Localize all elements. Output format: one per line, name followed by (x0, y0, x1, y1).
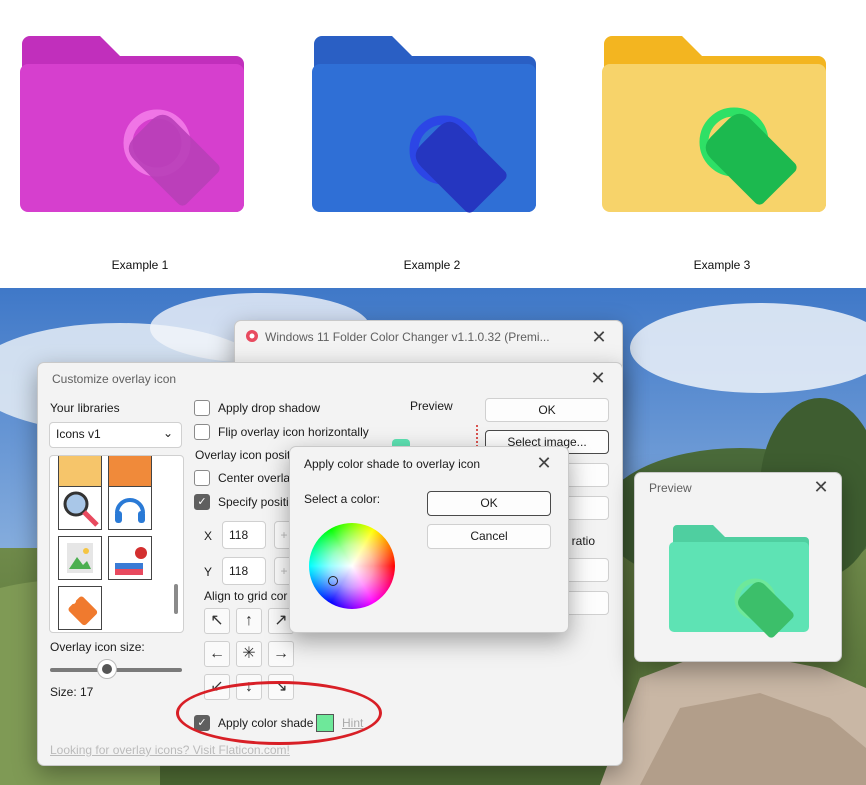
library-select[interactable]: Icons v1 ⌄ (49, 422, 182, 448)
customize-ok-button[interactable]: OK (485, 398, 609, 422)
example-1-folder-icon (20, 36, 244, 212)
library-icon-magnifier[interactable] (58, 486, 102, 530)
preview-window-close-button[interactable]: ✕ (811, 477, 831, 497)
color-shade-dialog: Apply color shade to overlay icon ✕ Sele… (289, 446, 569, 633)
center-overlay-checkbox[interactable] (194, 470, 210, 486)
example-2-label: Example 2 (403, 258, 461, 272)
preview-window: Preview ✕ (634, 472, 842, 662)
overlay-size-slider-thumb[interactable] (97, 659, 117, 679)
align-grid-label: Align to grid cor (204, 589, 288, 603)
preview-window-title: Preview (649, 481, 692, 495)
flip-horizontal-checkbox[interactable] (194, 424, 210, 440)
align-right-button[interactable]: → (268, 641, 294, 667)
libraries-label: Your libraries (50, 401, 120, 415)
customize-dialog-close-button[interactable]: ✕ (588, 368, 608, 388)
library-select-value: Icons v1 (56, 427, 101, 441)
overlay-size-value: Size: 17 (50, 685, 94, 699)
library-scrollbar[interactable] (174, 584, 178, 614)
library-icon-notes[interactable] (58, 456, 102, 490)
customize-dialog-title: Customize overlay icon (52, 372, 177, 386)
overlay-position-label: Overlay icon positi (195, 448, 294, 462)
library-icon-books[interactable] (108, 456, 152, 490)
aspect-ratio-label: t ratio (565, 534, 596, 548)
library-icon-tag[interactable] (58, 586, 102, 630)
overlay-size-slider[interactable] (50, 659, 182, 679)
x-position-input[interactable]: 118 (222, 521, 266, 549)
library-icon-grid (49, 455, 184, 633)
library-icon-headphones[interactable] (108, 486, 152, 530)
x-label: X (204, 529, 213, 543)
shade-ok-button[interactable]: OK (427, 491, 551, 516)
color-wheel-selector[interactable] (328, 576, 338, 586)
center-overlay-label: Center overlay (218, 471, 297, 485)
align-top-button[interactable]: ↑ (236, 608, 262, 634)
y-label: Y (204, 565, 213, 579)
example-2-folder-icon (312, 36, 536, 213)
apply-drop-shadow-checkbox[interactable] (194, 400, 210, 416)
color-shade-dialog-title: Apply color shade to overlay icon (304, 457, 481, 471)
example-1-label: Example 1 (111, 258, 169, 272)
main-window-close-button[interactable]: ✕ (589, 327, 609, 347)
specify-position-label: Specify positio (218, 495, 296, 509)
highlight-ellipse (176, 681, 382, 745)
align-left-button[interactable]: ← (204, 641, 230, 667)
preview-folder-icon (669, 525, 809, 638)
color-shade-close-button[interactable]: ✕ (534, 453, 554, 473)
library-icon-school[interactable] (108, 536, 152, 580)
example-3-folder-icon (602, 36, 826, 212)
flip-horizontal-label: Flip overlay icon horizontally (218, 425, 369, 439)
library-icon-picture[interactable] (58, 536, 102, 580)
align-center-button[interactable]: ✳ (236, 641, 262, 667)
chevron-down-icon: ⌄ (162, 426, 173, 440)
select-color-label: Select a color: (304, 492, 381, 506)
app-logo-icon (246, 330, 258, 342)
example-1: Example 1 (20, 30, 260, 280)
shade-cancel-button[interactable]: Cancel (427, 524, 551, 549)
overlay-size-label: Overlay icon size: (50, 640, 145, 654)
example-2: Example 2 (312, 30, 552, 280)
align-top-left-button[interactable]: ↖ (204, 608, 230, 634)
footer-link[interactable]: Looking for overlay icons? Visit Flatico… (50, 743, 290, 757)
apply-drop-shadow-label: Apply drop shadow (218, 401, 321, 415)
main-window-title: Windows 11 Folder Color Changer v1.1.0.3… (265, 330, 550, 344)
preview-label: Preview (410, 399, 453, 413)
example-3-label: Example 3 (693, 258, 751, 272)
example-3: Example 3 (602, 30, 842, 280)
specify-position-checkbox[interactable]: ✓ (194, 494, 210, 510)
color-wheel[interactable] (309, 523, 395, 609)
y-position-input[interactable]: 118 (222, 557, 266, 585)
